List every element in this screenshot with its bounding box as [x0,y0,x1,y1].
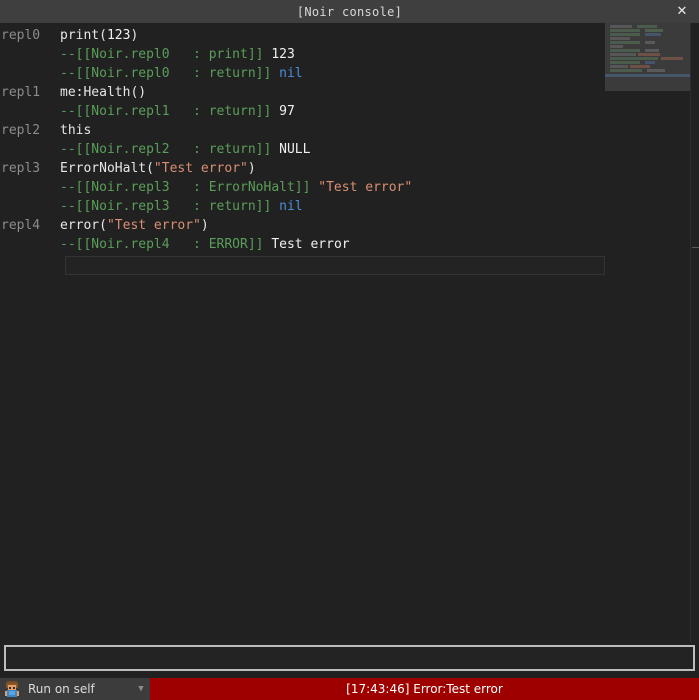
console-line-gutter [0,45,60,64]
console-line-gutter [0,64,60,83]
noir-console-window: [Noir console] ✕ repl0 print(123) --[[Noi… [0,0,699,700]
minimap-line [630,65,650,68]
console-line-gutter: repl3 [1,161,41,176]
console-token: ) [247,161,256,176]
console-line: --[[Noir.repl4 : ERROR]] Test error [0,235,699,254]
vertical-scrollbar-thumb[interactable] [692,23,699,248]
console-token: NULL [279,142,311,157]
console-token: --[[Noir.repl3 : return]] [60,199,280,214]
code-minimap[interactable] [605,23,690,91]
minimap-line [661,57,683,60]
command-input-area [0,642,699,678]
minimap-line [610,65,628,68]
console-line: repl1 me:Health() [0,83,699,102]
minimap-line [610,41,640,44]
console-line-gutter: repl2 [1,123,41,138]
console-line: --[[Noir.repl3 : return]] nil [0,197,699,216]
console-token: error( [60,218,107,233]
console-line-gutter: repl1 [1,85,41,100]
minimap-line [645,61,655,64]
console-token: nil [279,199,303,214]
minimap-line [610,45,623,48]
minimap-line [610,69,642,72]
console-log-list: repl0 print(123) --[[Noir.repl0 : print]]… [0,23,699,254]
minimap-line [637,25,657,28]
minimap-line [647,69,665,72]
active-input-row-highlight [65,256,605,275]
console-token: --[[Noir.repl4 : ERROR]] [60,237,272,252]
console-token: ) [130,28,139,43]
bottom-status-bar: Run on self ▼ [17:43:46] Error:Test erro… [0,678,699,700]
console-token: "Test error" [318,180,413,195]
minimap-line [610,37,630,40]
console-line-gutter [0,178,60,197]
console-token: ) [200,218,209,233]
window-title: [Noir console] [296,4,403,19]
console-output-area[interactable]: repl0 print(123) --[[Noir.repl0 : print]]… [0,23,699,642]
console-token: Test error [271,237,350,252]
run-target-dropdown[interactable]: Run on self ▼ [0,678,150,700]
console-line-gutter: repl0 [1,28,41,43]
close-icon[interactable]: ✕ [665,0,699,23]
chevron-down-icon: ▼ [138,684,144,694]
window-titlebar: [Noir console] ✕ [0,0,699,23]
console-line: repl2 this [0,121,699,140]
minimap-line [645,29,663,32]
minimap-line [610,57,658,60]
console-line: repl4 error("Test error") [0,216,699,235]
minimap-selection [605,74,690,77]
console-token: 123 [271,47,295,62]
console-token: --[[Noir.repl3 : ErrorNoHalt]] [60,180,319,195]
console-token: --[[Noir.repl1 : return]] [60,104,280,119]
console-token: "Test error" [106,218,201,233]
minimap-line [610,53,636,56]
console-line-gutter: repl4 [1,218,41,233]
console-line: --[[Noir.repl2 : return]] NULL [0,140,699,159]
console-token: print( [60,28,107,43]
minimap-line [610,29,640,32]
console-token: me:Health() [60,85,147,100]
console-token: --[[Noir.repl0 : print]] [60,47,272,62]
player-avatar-icon [2,679,22,699]
command-input[interactable] [4,645,695,671]
console-line-gutter [0,140,60,159]
console-line: --[[Noir.repl0 : return]] nil [0,64,699,83]
minimap-line [645,33,661,36]
console-token: --[[Noir.repl0 : return]] [60,66,280,81]
console-token: this [60,123,92,138]
minimap-line [645,41,655,44]
vertical-scrollbar-track[interactable] [690,23,699,642]
console-line: --[[Noir.repl1 : return]] 97 [0,102,699,121]
console-token: --[[Noir.repl2 : return]] [60,142,280,157]
console-line-gutter [0,235,60,254]
console-token: 97 [279,104,295,119]
run-target-label: Run on self [28,682,95,696]
minimap-line [610,33,640,36]
console-line: repl3 ErrorNoHalt("Test error") [0,159,699,178]
status-message: [17:43:46] Error:Test error [150,678,699,700]
console-line: repl0 print(123) [0,26,699,45]
console-line: --[[Noir.repl0 : print]] 123 [0,45,699,64]
console-line-gutter [0,102,60,121]
minimap-line [638,53,660,56]
minimap-line [645,49,659,52]
console-line-gutter [0,197,60,216]
minimap-line [610,49,640,52]
console-line: --[[Noir.repl3 : ErrorNoHalt]] "Test err… [0,178,699,197]
console-token: 123 [106,28,131,43]
console-token: ErrorNoHalt( [60,161,154,176]
console-token: nil [279,66,303,81]
minimap-line [610,25,632,28]
console-token: "Test error" [153,161,248,176]
minimap-line [610,61,640,64]
